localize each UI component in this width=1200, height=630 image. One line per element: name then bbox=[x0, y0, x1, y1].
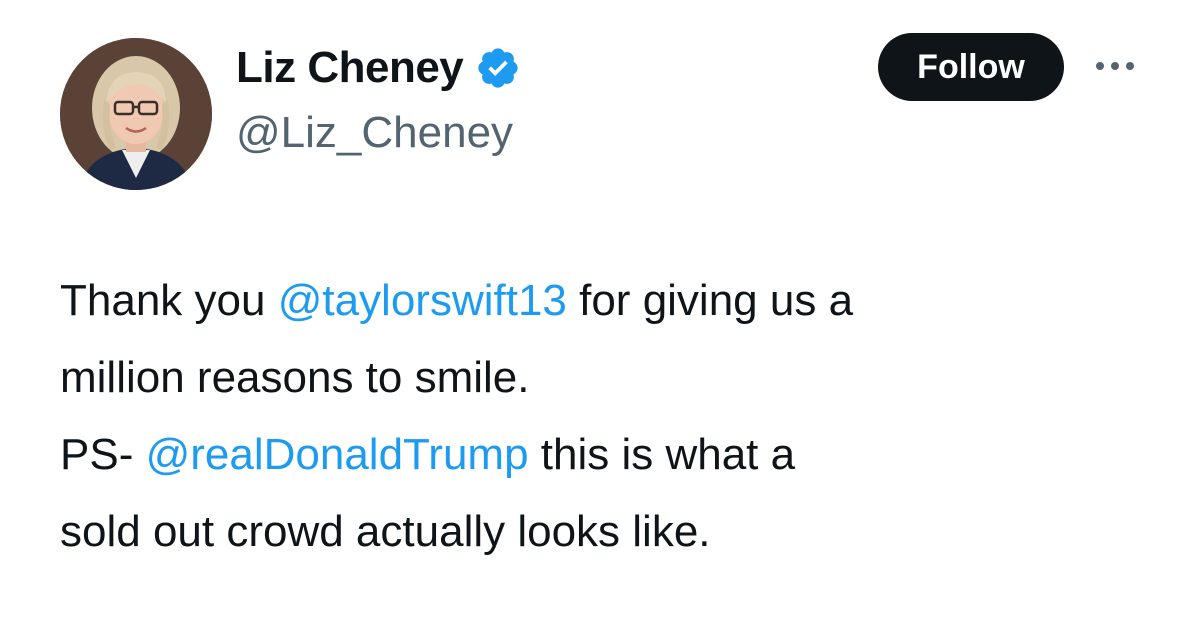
follow-button[interactable]: Follow bbox=[878, 33, 1064, 101]
avatar-portrait-icon bbox=[60, 38, 212, 190]
tweet-text-segment: this is what a bbox=[528, 430, 796, 479]
tweet-text-segment: for giving us a bbox=[566, 276, 854, 325]
tweet-line-2: million reasons to smile. bbox=[60, 353, 530, 402]
tweet-text: Thank you @taylorswift13 for giving us a… bbox=[60, 262, 1160, 570]
tweet-text-segment: Thank you bbox=[60, 276, 278, 325]
tweet-line-1: Thank you @taylorswift13 for giving us a bbox=[60, 262, 1160, 339]
tweet-line-3: PS- @realDonaldTrump this is what a bbox=[60, 416, 1160, 493]
author-handle[interactable]: @Liz_Cheney bbox=[236, 108, 513, 158]
mention-link-taylorswift13[interactable]: @taylorswift13 bbox=[278, 276, 567, 325]
author-name-row: Liz Cheney bbox=[236, 40, 521, 96]
tweet-text-segment: PS- bbox=[60, 430, 146, 479]
author-display-name[interactable]: Liz Cheney bbox=[236, 43, 464, 93]
mention-link-realdonaldtrump[interactable]: @realDonaldTrump bbox=[146, 430, 529, 479]
more-options-icon[interactable] bbox=[1090, 52, 1140, 80]
verified-badge-icon[interactable] bbox=[475, 45, 521, 91]
tweet-card: Liz Cheney @Liz_Cheney Follow Thank you … bbox=[0, 0, 1200, 630]
avatar[interactable] bbox=[60, 38, 212, 190]
tweet-line-4: sold out crowd actually looks like. bbox=[60, 507, 711, 556]
